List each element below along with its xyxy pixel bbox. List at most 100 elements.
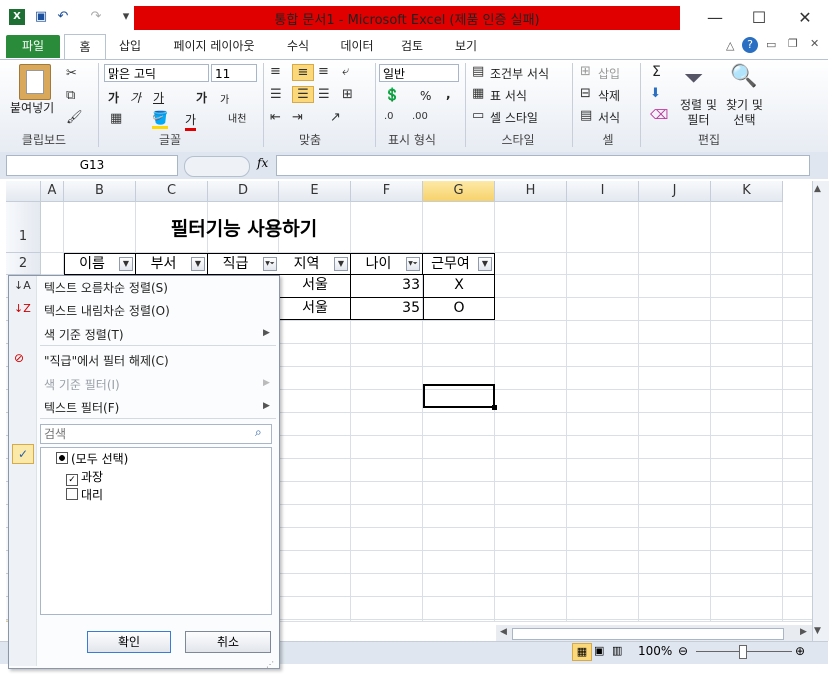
align-right-icon[interactable]: ☰ — [318, 87, 330, 102]
format-painter-icon[interactable]: 🖌 — [66, 110, 83, 125]
page-layout-view-icon[interactable]: ▣ — [594, 644, 604, 657]
conditional-format-icon[interactable]: ▤ — [472, 64, 484, 79]
undo-icon[interactable]: ↶ — [55, 9, 71, 25]
filter-applied-button[interactable]: ▼⏷ — [263, 257, 277, 271]
menu-sort-asc[interactable]: 텍스트 오름차순 정렬(S) — [44, 279, 168, 296]
filter-dropdown-button[interactable]: ▼ — [334, 257, 348, 271]
tab-view[interactable]: 보기 — [444, 34, 488, 60]
active-cell-selection[interactable] — [423, 384, 495, 408]
paste-button[interactable]: 붙여넣기 — [10, 99, 54, 116]
insert-cells-button[interactable]: 삽입 — [598, 65, 620, 82]
vertical-scrollbar[interactable] — [812, 181, 829, 641]
find-select-icon[interactable]: 🔍 — [730, 64, 757, 89]
merge-center-icon[interactable]: ⊞ — [342, 87, 353, 102]
row-header-1[interactable]: 1 — [6, 202, 41, 253]
scroll-thumb[interactable] — [512, 628, 784, 640]
close-button[interactable]: ✕ — [785, 6, 825, 30]
filter-search-input[interactable] — [40, 424, 272, 444]
align-bottom-icon[interactable]: ≡ — [318, 64, 329, 79]
decrease-decimal-icon[interactable]: .00 — [412, 111, 428, 122]
minimize-button[interactable]: — — [695, 6, 735, 30]
column-header-d[interactable]: D — [208, 181, 279, 202]
ok-button[interactable]: 확인 — [87, 631, 171, 653]
delete-cells-button[interactable]: 삭제 — [598, 87, 620, 104]
sort-filter-icon[interactable]: ⏷ — [684, 64, 703, 92]
find-select-button[interactable]: 찾기 및 선택 — [726, 98, 763, 128]
formula-input[interactable] — [276, 155, 810, 176]
format-table-icon[interactable]: ▦ — [472, 86, 484, 101]
cell-age-2[interactable]: 35 — [351, 298, 423, 320]
normal-view-icon[interactable]: ▦ — [572, 643, 592, 661]
autosum-button[interactable]: Σ — [652, 64, 661, 80]
doc-minimize-icon[interactable]: ▭ — [766, 38, 776, 51]
cell-work-1[interactable]: X — [423, 275, 495, 298]
scroll-down-icon[interactable]: ▼ — [814, 626, 821, 636]
select-all-corner[interactable] — [6, 181, 41, 202]
checkbox-icon[interactable]: ✓ — [66, 474, 78, 486]
zoom-slider-thumb[interactable] — [739, 645, 747, 659]
percent-button[interactable]: % — [420, 89, 431, 103]
format-cells-button[interactable]: 서식 — [598, 109, 620, 126]
font-color-icon[interactable]: 가 — [185, 111, 197, 131]
conditional-format-button[interactable]: 조건부 서식 — [490, 65, 549, 82]
orientation-icon[interactable]: ↗ — [330, 110, 341, 125]
help-icon[interactable]: ? — [742, 37, 758, 53]
decrease-indent-icon[interactable]: ⇤ — [270, 110, 281, 125]
cell-styles-icon[interactable]: ▭ — [472, 108, 484, 123]
minimize-ribbon-icon[interactable]: △ — [726, 39, 734, 52]
cancel-button[interactable]: 취소 — [185, 631, 271, 653]
fill-color-icon[interactable]: 🪣 — [152, 111, 169, 129]
currency-icon[interactable]: 💲 — [384, 88, 400, 103]
copy-icon[interactable]: ⧉ — [66, 88, 75, 103]
header-cell-3[interactable]: 지역 ▼ — [279, 253, 351, 275]
cell-age-1[interactable]: 33 — [351, 275, 423, 298]
menu-sort-by-color[interactable]: 색 기준 정렬(T) — [44, 326, 124, 343]
zoom-out-icon[interactable]: ⊖ — [678, 644, 688, 658]
page-break-view-icon[interactable]: ▥ — [612, 644, 622, 657]
fill-handle[interactable] — [492, 405, 497, 410]
italic-button[interactable]: 가 — [130, 89, 141, 106]
header-cell-0[interactable]: 이름 ▼ — [64, 253, 136, 275]
tab-page-layout[interactable]: 페이지 레이아웃 — [162, 34, 266, 60]
column-header-h[interactable]: H — [495, 181, 567, 202]
sort-filter-button[interactable]: 정렬 및 필터 — [680, 98, 717, 128]
customize-qat-icon[interactable]: ▾ — [118, 9, 134, 25]
column-header-b[interactable]: B — [64, 181, 136, 202]
delete-cells-icon[interactable]: ⊟ — [580, 86, 591, 101]
wrap-text-icon[interactable]: ⤶ — [342, 64, 349, 79]
tab-review[interactable]: 검토 — [392, 34, 432, 60]
cut-icon[interactable]: ✂ — [66, 66, 77, 81]
column-header-a[interactable]: A — [41, 181, 64, 202]
maximize-button[interactable]: ☐ — [739, 6, 779, 30]
menu-clear-filter[interactable]: "직급"에서 필터 해제(C) — [44, 352, 169, 369]
resize-grip-icon[interactable]: ⋰ — [266, 660, 274, 669]
cell-work-2[interactable]: O — [423, 298, 495, 320]
scroll-left-icon[interactable]: ◀ — [500, 627, 507, 637]
font-name-combo[interactable]: 맑은 고딕 — [104, 64, 209, 82]
insert-function-button[interactable]: fx — [257, 156, 268, 170]
column-header-f[interactable]: F — [351, 181, 423, 202]
column-header-i[interactable]: I — [567, 181, 639, 202]
menu-sort-desc[interactable]: 텍스트 내림차순 정렬(O) — [44, 302, 170, 319]
bold-button[interactable]: 가 — [108, 89, 119, 106]
border-icon[interactable]: ▦ — [110, 111, 122, 126]
number-format-combo[interactable]: 일반 — [379, 64, 459, 82]
menu-text-filter[interactable]: 텍스트 필터(F) — [44, 399, 119, 416]
cell-styles-button[interactable]: 셀 스타일 — [490, 109, 538, 126]
tab-formulas[interactable]: 수식 — [278, 34, 318, 60]
column-header-g[interactable]: G — [423, 181, 495, 202]
save-icon[interactable]: ▣ — [33, 9, 49, 25]
fill-icon[interactable]: ⬇ — [650, 86, 661, 101]
clear-icon[interactable]: ⌫ — [650, 108, 668, 123]
checkbox-icon[interactable] — [66, 488, 78, 500]
cell-region-2[interactable]: 서울 — [279, 298, 351, 320]
doc-restore-icon[interactable]: ❐ — [788, 37, 798, 50]
scroll-right-icon[interactable]: ▶ — [800, 627, 807, 637]
column-header-e[interactable]: E — [279, 181, 351, 202]
tab-insert[interactable]: 삽입 — [110, 34, 150, 60]
header-cell-1[interactable]: 부서 ▼ — [136, 253, 208, 275]
underline-button[interactable]: 가 — [153, 89, 164, 106]
header-cell-4[interactable]: 나이 ▼⏷ — [351, 253, 423, 275]
increase-indent-icon[interactable]: ⇥ — [292, 110, 303, 125]
name-box[interactable]: G13 — [6, 155, 178, 176]
